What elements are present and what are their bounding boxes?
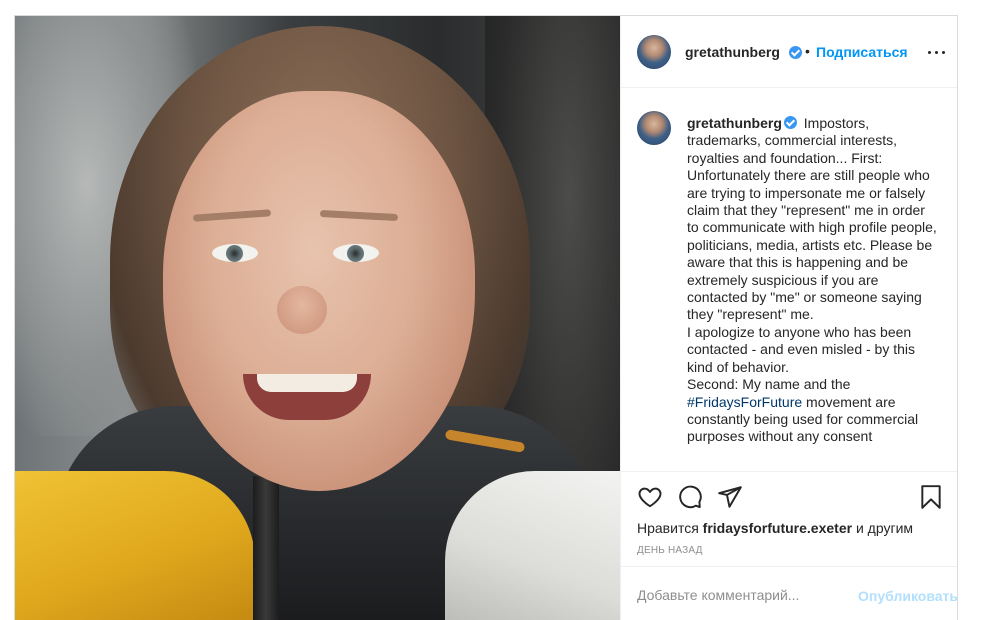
photo-nose — [277, 286, 327, 334]
verified-badge-icon — [789, 46, 802, 59]
publish-button[interactable]: Опубликовать — [858, 588, 957, 604]
post-sidebar: gretathunberg • Подписаться gretathunber… — [620, 16, 957, 620]
verified-badge-icon — [783, 116, 797, 129]
post-timestamp[interactable]: День назад — [637, 545, 703, 556]
caption-username[interactable]: gretathunberg — [687, 115, 782, 131]
avatar[interactable] — [637, 35, 671, 69]
likes-summary: Нравится fridaysforfuture.exeter и други… — [637, 520, 913, 536]
paper-plane-icon[interactable] — [717, 484, 743, 510]
comment-bar: Опубликовать — [621, 566, 957, 620]
comment-bubble-icon[interactable] — [677, 484, 703, 510]
caption-text: I apologize to anyone who has been conta… — [687, 323, 916, 375]
photo-face — [163, 91, 475, 491]
caption-text: Impostors, trademarks, commercial intere… — [687, 115, 937, 323]
post-photo[interactable] — [15, 16, 620, 620]
post-caption: gretathunberg Impostors, trademarks, com… — [687, 115, 937, 446]
photo-eye — [212, 244, 258, 262]
likes-prefix: Нравится — [637, 520, 699, 536]
avatar[interactable] — [637, 111, 671, 145]
hashtag-link[interactable]: #FridaysForFuture — [687, 394, 802, 410]
photo-zipper — [253, 476, 279, 620]
header-username[interactable]: gretathunberg — [685, 44, 780, 60]
photo-eye — [333, 244, 379, 262]
likes-user-link[interactable]: fridaysforfuture.exeter — [703, 520, 852, 536]
post-header: gretathunberg • Подписаться — [621, 16, 957, 88]
comment-input[interactable] — [637, 587, 837, 603]
caption-area[interactable]: gretathunberg Impostors, trademarks, com… — [621, 88, 957, 471]
bookmark-icon[interactable] — [918, 484, 944, 510]
instagram-post: gretathunberg • Подписаться gretathunber… — [14, 15, 958, 620]
photo-jacket-yellow — [15, 471, 255, 620]
caption-text: Second: My name and the — [687, 376, 851, 393]
follow-button[interactable]: Подписаться — [816, 44, 908, 60]
header-separator: • — [805, 43, 810, 59]
post-actions: Нравится fridaysforfuture.exeter и други… — [621, 471, 957, 620]
likes-suffix[interactable]: и другим — [856, 520, 913, 536]
more-options-icon[interactable] — [924, 40, 948, 64]
heart-icon[interactable] — [637, 484, 663, 510]
